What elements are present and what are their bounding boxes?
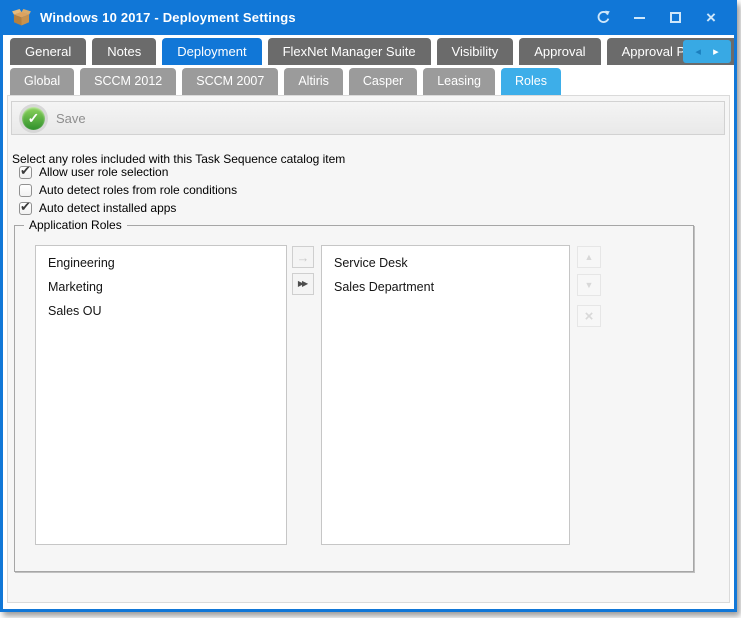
minimize-button[interactable] [629,8,649,28]
order-buttons: ▲ ▼ × [577,246,601,327]
list-item[interactable]: Engineering [36,252,286,276]
tab-global[interactable]: Global [10,68,74,95]
tab-approval[interactable]: Approval [519,38,600,65]
tab-notes[interactable]: Notes [92,38,156,65]
titlebar: Windows 10 2017 - Deployment Settings × [0,0,737,35]
window-controls: × [593,8,727,28]
checkbox-label: Allow user role selection [39,165,168,179]
tab-visibility[interactable]: Visibility [437,38,514,65]
tab-casper[interactable]: Casper [349,68,417,95]
assigned-roles-list[interactable]: Service Desk Sales Department [321,245,570,545]
double-arrow-right-icon: ▶▶ [298,280,308,288]
tab-roles[interactable]: Roles [501,68,561,95]
maximize-button[interactable] [665,8,685,28]
checkbox-icon[interactable]: ✔ [19,202,32,215]
move-down-button[interactable]: ▼ [577,274,601,296]
tab-sccm-2012[interactable]: SCCM 2012 [80,68,176,95]
tab-scroll-right-icon[interactable]: ▸ [713,45,719,58]
deployment-settings-window: Windows 10 2017 - Deployment Settings × … [0,0,737,612]
checkbox-label: Auto detect roles from role conditions [39,183,237,197]
secondary-tab-strip: Global SCCM 2012 SCCM 2007 Altiris Caspe… [3,65,734,95]
instruction-label: Select any roles included with this Task… [12,152,345,166]
delete-x-icon: × [585,308,594,325]
tab-sccm-2007[interactable]: SCCM 2007 [182,68,278,95]
arrow-right-icon: → [297,251,310,264]
list-item[interactable]: Marketing [36,276,286,300]
remove-button[interactable]: × [577,305,601,327]
move-buttons: → ▶▶ [292,246,314,295]
move-all-right-button[interactable]: ▶▶ [292,273,314,295]
checkbox-icon[interactable]: ✔ [19,184,32,197]
tab-altiris[interactable]: Altiris [284,68,343,95]
package-icon [12,9,31,26]
checkbox-allow-user-role-selection[interactable]: ✔ Allow user role selection [19,165,168,179]
tab-deployment[interactable]: Deployment [162,38,261,65]
roles-tab-panel: ✓ Save Select any roles included with th… [7,95,730,603]
checkbox-auto-detect-roles[interactable]: ✔ Auto detect roles from role conditions [19,183,237,197]
group-legend: Application Roles [24,218,127,232]
primary-tab-strip: General Notes Deployment FlexNet Manager… [3,35,734,65]
available-roles-list[interactable]: Engineering Marketing Sales OU [35,245,287,545]
save-button-label: Save [56,111,86,126]
arrow-down-icon: ▼ [585,281,594,290]
tab-scroll-left-icon[interactable]: ◂ [695,45,701,58]
tab-leasing[interactable]: Leasing [423,68,495,95]
window-frame: General Notes Deployment FlexNet Manager… [3,35,734,609]
application-roles-group: Application Roles Engineering Marketing … [14,225,694,572]
toolbar: ✓ Save [11,101,725,135]
arrow-up-icon: ▲ [585,253,594,262]
window-title: Windows 10 2017 - Deployment Settings [40,10,296,25]
tab-scroll-buttons: ◂ ▸ [683,40,731,63]
list-item[interactable]: Sales OU [36,300,286,324]
checkbox-label: Auto detect installed apps [39,201,176,215]
close-button[interactable]: × [701,8,721,28]
tab-general[interactable]: General [10,38,86,65]
refresh-icon[interactable] [593,8,613,28]
move-right-button[interactable]: → [292,246,314,268]
checkbox-auto-detect-installed-apps[interactable]: ✔ Auto detect installed apps [19,201,176,215]
save-button[interactable]: ✓ Save [22,107,86,130]
list-item[interactable]: Service Desk [322,252,569,276]
checkbox-icon[interactable]: ✔ [19,166,32,179]
save-check-icon: ✓ [22,107,45,130]
list-item[interactable]: Sales Department [322,276,569,300]
tab-flexnet-manager-suite[interactable]: FlexNet Manager Suite [268,38,431,65]
move-up-button[interactable]: ▲ [577,246,601,268]
